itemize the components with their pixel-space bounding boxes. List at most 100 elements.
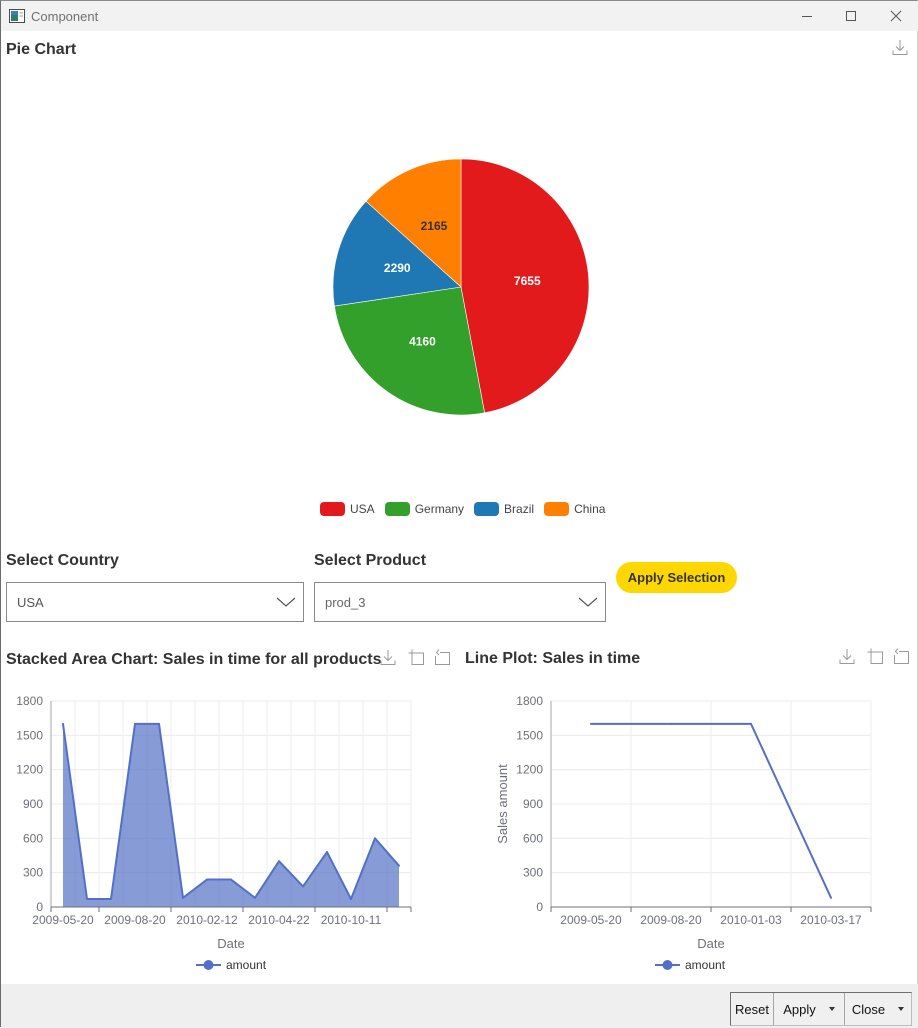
y-tick-label: 900 xyxy=(23,797,43,811)
line-zoom-restore-button[interactable] xyxy=(892,647,910,665)
legend-swatch xyxy=(384,502,410,516)
data-point[interactable] xyxy=(374,837,376,840)
x-axis-title: Date xyxy=(217,936,244,951)
data-point[interactable] xyxy=(278,860,280,863)
y-tick-label: 1500 xyxy=(16,728,43,742)
reset-button[interactable]: Reset xyxy=(731,993,773,1025)
x-tick-label: 2009-08-20 xyxy=(640,913,702,927)
y-tick-label: 1800 xyxy=(16,694,43,708)
window-title: Component xyxy=(31,9,99,24)
y-tick-label: 1200 xyxy=(16,763,43,777)
x-tick-label: 2010-02-12 xyxy=(176,913,238,927)
data-point[interactable] xyxy=(750,722,752,725)
data-point[interactable] xyxy=(230,878,232,881)
apply-button[interactable]: Apply xyxy=(773,993,844,1025)
country-select[interactable]: USA xyxy=(6,582,304,622)
x-tick-label: 2010-10-11 xyxy=(321,913,382,927)
app-window-icon xyxy=(9,9,25,23)
product-select[interactable]: prod_3 xyxy=(314,582,606,622)
footer-bar: Reset Apply Close xyxy=(1,984,918,1028)
legend-label: Brazil xyxy=(504,502,535,516)
y-tick-label: 600 xyxy=(23,831,43,845)
x-tick-label: 2009-05-20 xyxy=(560,913,622,927)
minimize-button[interactable] xyxy=(798,7,816,25)
data-point[interactable] xyxy=(206,878,208,881)
download-icon xyxy=(380,649,396,665)
country-label: Select Country xyxy=(6,552,119,569)
x-tick-label: 2009-08-20 xyxy=(104,913,166,927)
caret-down-icon[interactable] xyxy=(898,1007,905,1011)
country-select-value: USA xyxy=(17,594,44,610)
data-zoom-icon xyxy=(867,648,883,664)
download-icon xyxy=(892,39,908,55)
close-button-footer[interactable]: Close xyxy=(844,993,911,1025)
pie-legend: USA Germany Brazil China xyxy=(320,502,605,516)
close-button[interactable] xyxy=(887,7,905,25)
data-point[interactable] xyxy=(110,897,112,900)
data-point[interactable] xyxy=(86,897,88,900)
legend-item-brazil[interactable]: Brazil xyxy=(474,502,534,516)
area-chart: 0 300 600 900 1200 1500 1800 2009-05-20 2009-08-… xyxy=(16,694,412,972)
data-point[interactable] xyxy=(302,885,304,888)
legend-item-usa[interactable]: USA xyxy=(320,502,375,516)
caret-down-icon[interactable] xyxy=(828,1007,835,1011)
zoom-restore-icon xyxy=(894,648,909,664)
component-window: Component Pie Chart 7655 4160 2290 2165 USA… xyxy=(0,0,918,1028)
data-point[interactable] xyxy=(254,896,256,899)
area-download-button[interactable] xyxy=(379,648,397,666)
y-tick-label: 1800 xyxy=(516,694,543,708)
legend-label: China xyxy=(574,502,606,516)
legend-dot-symbol xyxy=(662,960,673,970)
legend-swatch xyxy=(474,502,500,516)
data-point[interactable] xyxy=(670,722,672,725)
data-point[interactable] xyxy=(350,897,352,900)
line-download-button[interactable] xyxy=(838,647,856,665)
zoom-restore-icon xyxy=(435,649,450,665)
chevron-down-icon xyxy=(578,597,598,607)
pie-slice-germany[interactable] xyxy=(334,286,485,416)
legend-label: Germany xyxy=(414,502,465,516)
y-tick-label: 300 xyxy=(523,866,543,880)
maximize-button[interactable] xyxy=(842,7,860,25)
data-point[interactable] xyxy=(134,722,136,725)
apply-selection-button[interactable]: Apply Selection xyxy=(616,562,737,593)
line-chart: 0 300 600 900 1200 1500 1800 2009-05-20 2009-08-… xyxy=(495,694,872,972)
data-point[interactable] xyxy=(62,722,64,725)
chevron-down-icon xyxy=(276,597,296,607)
close-icon xyxy=(890,10,902,22)
legend-dot-symbol xyxy=(203,960,214,970)
footer-button-group: Reset Apply Close xyxy=(730,992,912,1026)
legend-swatch xyxy=(320,502,345,516)
close-button-label: Close xyxy=(851,1001,886,1017)
data-point[interactable] xyxy=(326,851,328,854)
apply-button-label: Apply xyxy=(783,1001,816,1017)
data-point[interactable] xyxy=(398,864,400,867)
legend-label: USA xyxy=(350,502,375,516)
x-axis-title: Date xyxy=(697,936,724,951)
chart-legend-item[interactable]: amount xyxy=(655,958,726,972)
legend-item-china[interactable]: China xyxy=(544,502,605,516)
data-point[interactable] xyxy=(158,722,160,725)
chart-legend-item[interactable]: amount xyxy=(196,958,267,972)
download-icon xyxy=(839,648,855,664)
data-point[interactable] xyxy=(830,896,832,899)
y-tick-label: 300 xyxy=(23,866,43,880)
line-data-zoom-button[interactable] xyxy=(866,647,884,665)
pie-download-button[interactable] xyxy=(891,38,909,56)
minimize-icon xyxy=(802,16,812,17)
area-chart-title: Stacked Area Chart: Sales in time for al… xyxy=(6,651,382,668)
line-chart-title: Line Plot: Sales in time xyxy=(465,650,641,667)
pie-data-label-brazil: 2290 xyxy=(384,261,411,275)
x-tick-label: 2010-03-17 xyxy=(800,913,862,927)
product-label: Select Product xyxy=(314,552,427,569)
y-tick-label: 0 xyxy=(36,900,43,914)
title-bar: Component xyxy=(1,1,918,31)
y-tick-label: 1500 xyxy=(516,728,543,742)
area-zoom-restore-button[interactable] xyxy=(433,648,451,666)
product-select-value: prod_3 xyxy=(325,594,366,610)
data-point[interactable] xyxy=(182,896,184,899)
area-data-zoom-button[interactable] xyxy=(407,648,425,666)
legend-item-germany[interactable]: Germany xyxy=(384,502,465,516)
x-tick-label: 2009-05-20 xyxy=(32,913,94,927)
data-point[interactable] xyxy=(590,722,592,725)
